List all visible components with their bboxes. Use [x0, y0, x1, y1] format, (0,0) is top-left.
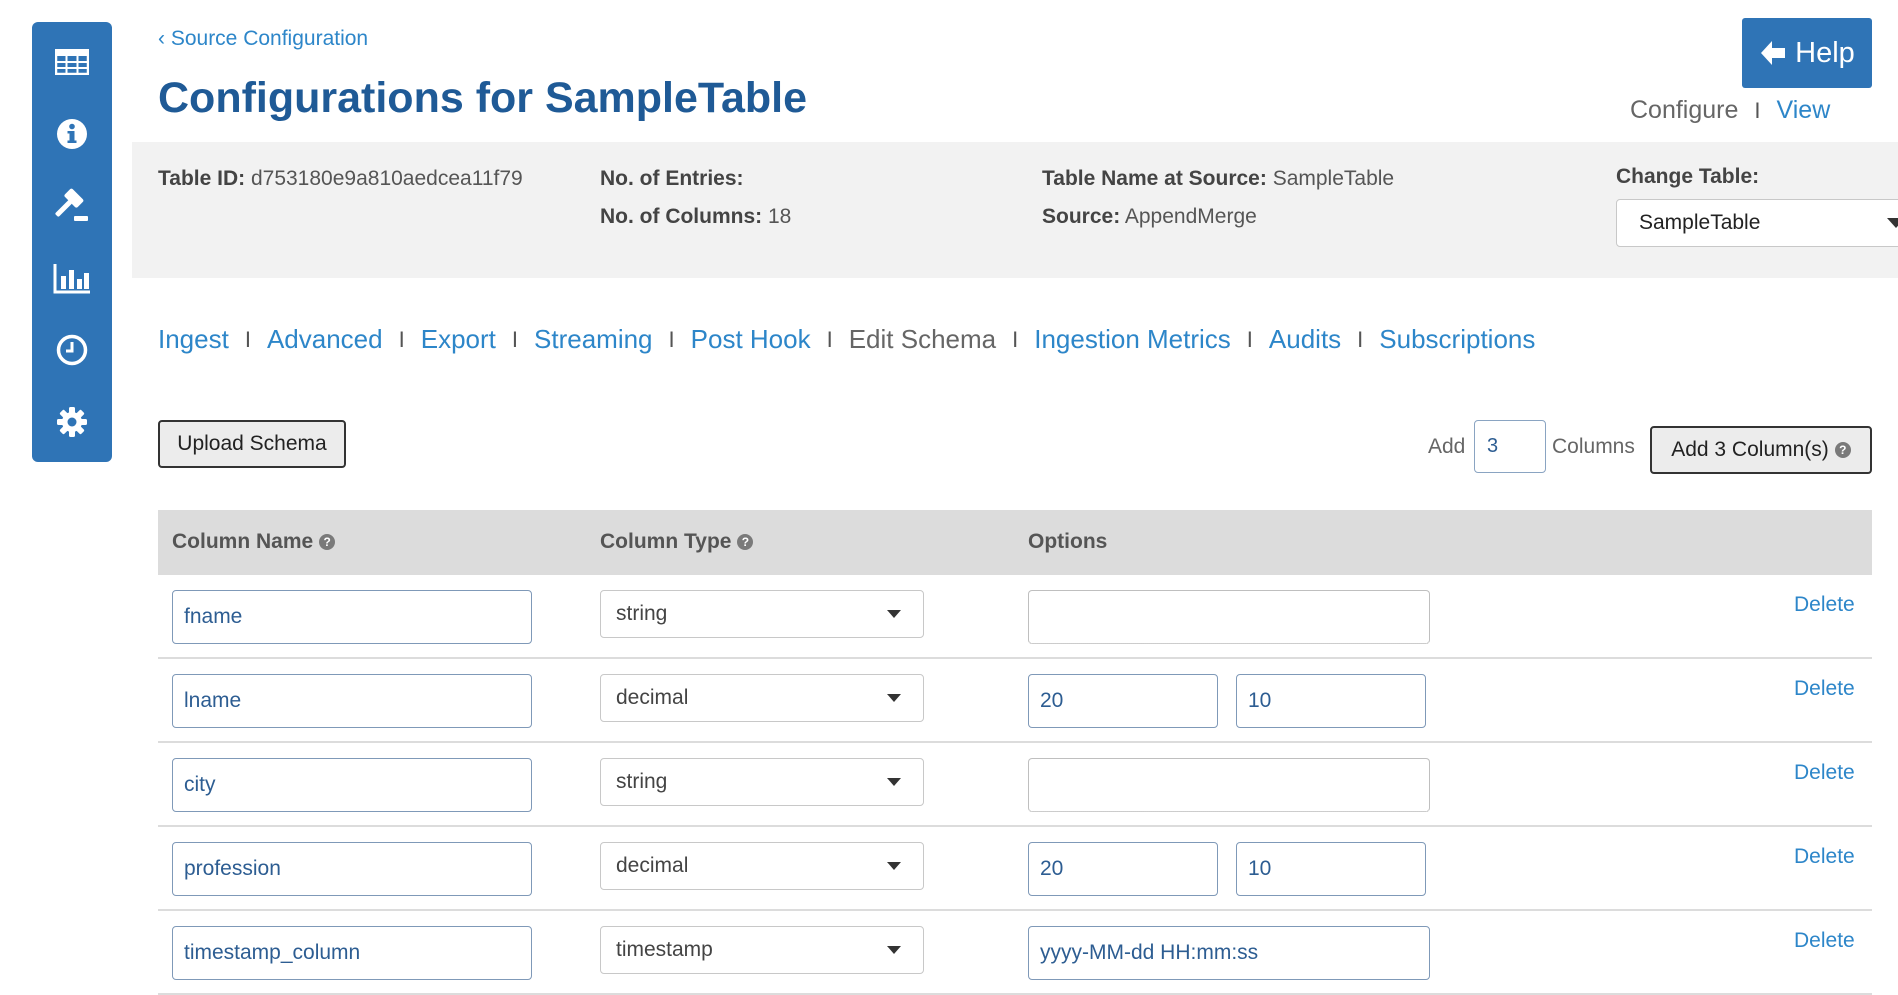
schema-table-header: Column Name? Column Type? Options [158, 510, 1872, 575]
precision-input[interactable]: 20 [1028, 674, 1218, 728]
column-name-input[interactable]: city [172, 758, 532, 812]
column-type-select[interactable]: timestamp [600, 926, 924, 974]
tab-post-hook[interactable]: Post Hook [691, 324, 811, 355]
tab-subscriptions[interactable]: Subscriptions [1379, 324, 1535, 355]
add-label: Add [1428, 435, 1466, 458]
tab-audits[interactable]: Audits [1269, 324, 1341, 355]
tab-separator: I [1012, 326, 1019, 352]
options-input[interactable] [1028, 590, 1430, 644]
table-row: fname string Delete [158, 575, 1872, 659]
options-header: Options [1028, 530, 1108, 553]
tab-separator: I [1357, 326, 1364, 352]
gear-icon[interactable] [52, 402, 92, 442]
caret-down-icon [887, 862, 901, 870]
options-input[interactable] [1028, 758, 1430, 812]
view-link[interactable]: View [1777, 96, 1831, 125]
caret-down-icon [887, 946, 901, 954]
scale-input[interactable]: 10 [1236, 842, 1426, 896]
column-type-select[interactable]: decimal [600, 842, 924, 890]
delete-link[interactable]: Delete [1794, 593, 1855, 617]
arrow-left-icon [1761, 41, 1786, 65]
change-table-select[interactable]: SampleTable [1616, 199, 1898, 247]
bar-chart-icon[interactable] [52, 258, 92, 298]
gavel-icon[interactable] [52, 186, 92, 226]
breadcrumb[interactable]: ‹ Source Configuration [158, 27, 368, 51]
column-type-value: string [616, 770, 668, 793]
clock-icon[interactable] [52, 330, 92, 370]
scale-input[interactable]: 10 [1236, 674, 1426, 728]
columns-count: No. of Columns: 18 [600, 205, 792, 228]
column-type-header: Column Type? [600, 530, 754, 554]
column-name-input[interactable]: timestamp_column [172, 926, 532, 980]
delete-link[interactable]: Delete [1794, 761, 1855, 785]
table-row: lname decimal 20 10 Delete [158, 659, 1872, 743]
change-table-value: SampleTable [1639, 211, 1761, 234]
help-button[interactable]: Help [1742, 18, 1872, 88]
table-row: profession decimal 20 10 Delete [158, 827, 1872, 911]
entries-count: No. of Entries: [600, 167, 744, 190]
column-name-header: Column Name? [172, 530, 336, 554]
tab-separator: I [244, 326, 251, 352]
upload-schema-button[interactable]: Upload Schema [158, 420, 346, 468]
caret-down-icon [1887, 218, 1898, 228]
column-type-value: decimal [616, 686, 689, 709]
table-info-panel: Table ID: d753180e9a810aedcea11f79 No. o… [132, 142, 1898, 278]
table-name-at-source: Table Name at Source: SampleTable [1042, 167, 1395, 190]
columns-label: Columns [1552, 435, 1635, 458]
delete-link[interactable]: Delete [1794, 677, 1855, 701]
info-icon[interactable] [52, 114, 92, 154]
column-type-select[interactable]: string [600, 758, 924, 806]
tab-export[interactable]: Export [421, 324, 496, 355]
delete-link[interactable]: Delete [1794, 845, 1855, 869]
table-row: timestamp_column timestamp yyyy-MM-dd HH:m… [158, 911, 1872, 995]
options-input[interactable]: yyyy-MM-dd HH:mm:ss [1028, 926, 1430, 980]
table-id: Table ID: d753180e9a810aedcea11f79 [158, 167, 523, 190]
tab-edit-schema[interactable]: Edit Schema [849, 324, 996, 355]
question-icon: ? [319, 534, 336, 551]
view-toggle: Configure I View [1630, 96, 1830, 125]
help-label: Help [1795, 36, 1855, 69]
change-table-label: Change Table: [1616, 165, 1760, 188]
column-type-select[interactable]: string [600, 590, 924, 638]
tab-separator: I [668, 326, 675, 352]
question-icon: ? [737, 534, 754, 551]
separator: I [1754, 97, 1761, 123]
source: Source: AppendMerge [1042, 205, 1257, 228]
sidebar [32, 22, 112, 462]
column-type-value: decimal [616, 854, 689, 877]
tab-bar: Ingest I Advanced I Export I Streaming I Post Ho… [158, 324, 1535, 355]
add-columns-button[interactable]: Add 3 Column(s) ? [1650, 426, 1872, 474]
tab-separator: I [826, 326, 833, 352]
column-name-input[interactable]: profession [172, 842, 532, 896]
add-count-input[interactable]: 3 [1474, 420, 1546, 473]
delete-link[interactable]: Delete [1794, 929, 1855, 953]
column-name-input[interactable]: fname [172, 590, 532, 644]
tab-separator: I [398, 326, 405, 352]
add-columns-label: Add 3 Column(s) [1671, 438, 1829, 461]
column-type-value: timestamp [616, 938, 713, 961]
tab-ingest[interactable]: Ingest [158, 324, 229, 355]
caret-down-icon [887, 694, 901, 702]
question-icon: ? [1834, 442, 1851, 458]
precision-input[interactable]: 20 [1028, 842, 1218, 896]
caret-down-icon [887, 610, 901, 618]
tab-separator: I [1246, 326, 1253, 352]
page-title: Configurations for SampleTable [158, 74, 808, 122]
table-icon[interactable] [52, 42, 92, 82]
tab-streaming[interactable]: Streaming [534, 324, 653, 355]
caret-down-icon [887, 778, 901, 786]
tab-separator: I [511, 326, 519, 352]
column-type-value: string [616, 602, 668, 625]
column-type-select[interactable]: decimal [600, 674, 924, 722]
column-name-input[interactable]: lname [172, 674, 532, 728]
configure-link: Configure [1630, 96, 1739, 124]
tab-ingestion-metrics[interactable]: Ingestion Metrics [1034, 324, 1231, 355]
table-row: city string Delete [158, 743, 1872, 827]
tab-advanced[interactable]: Advanced [267, 324, 383, 355]
